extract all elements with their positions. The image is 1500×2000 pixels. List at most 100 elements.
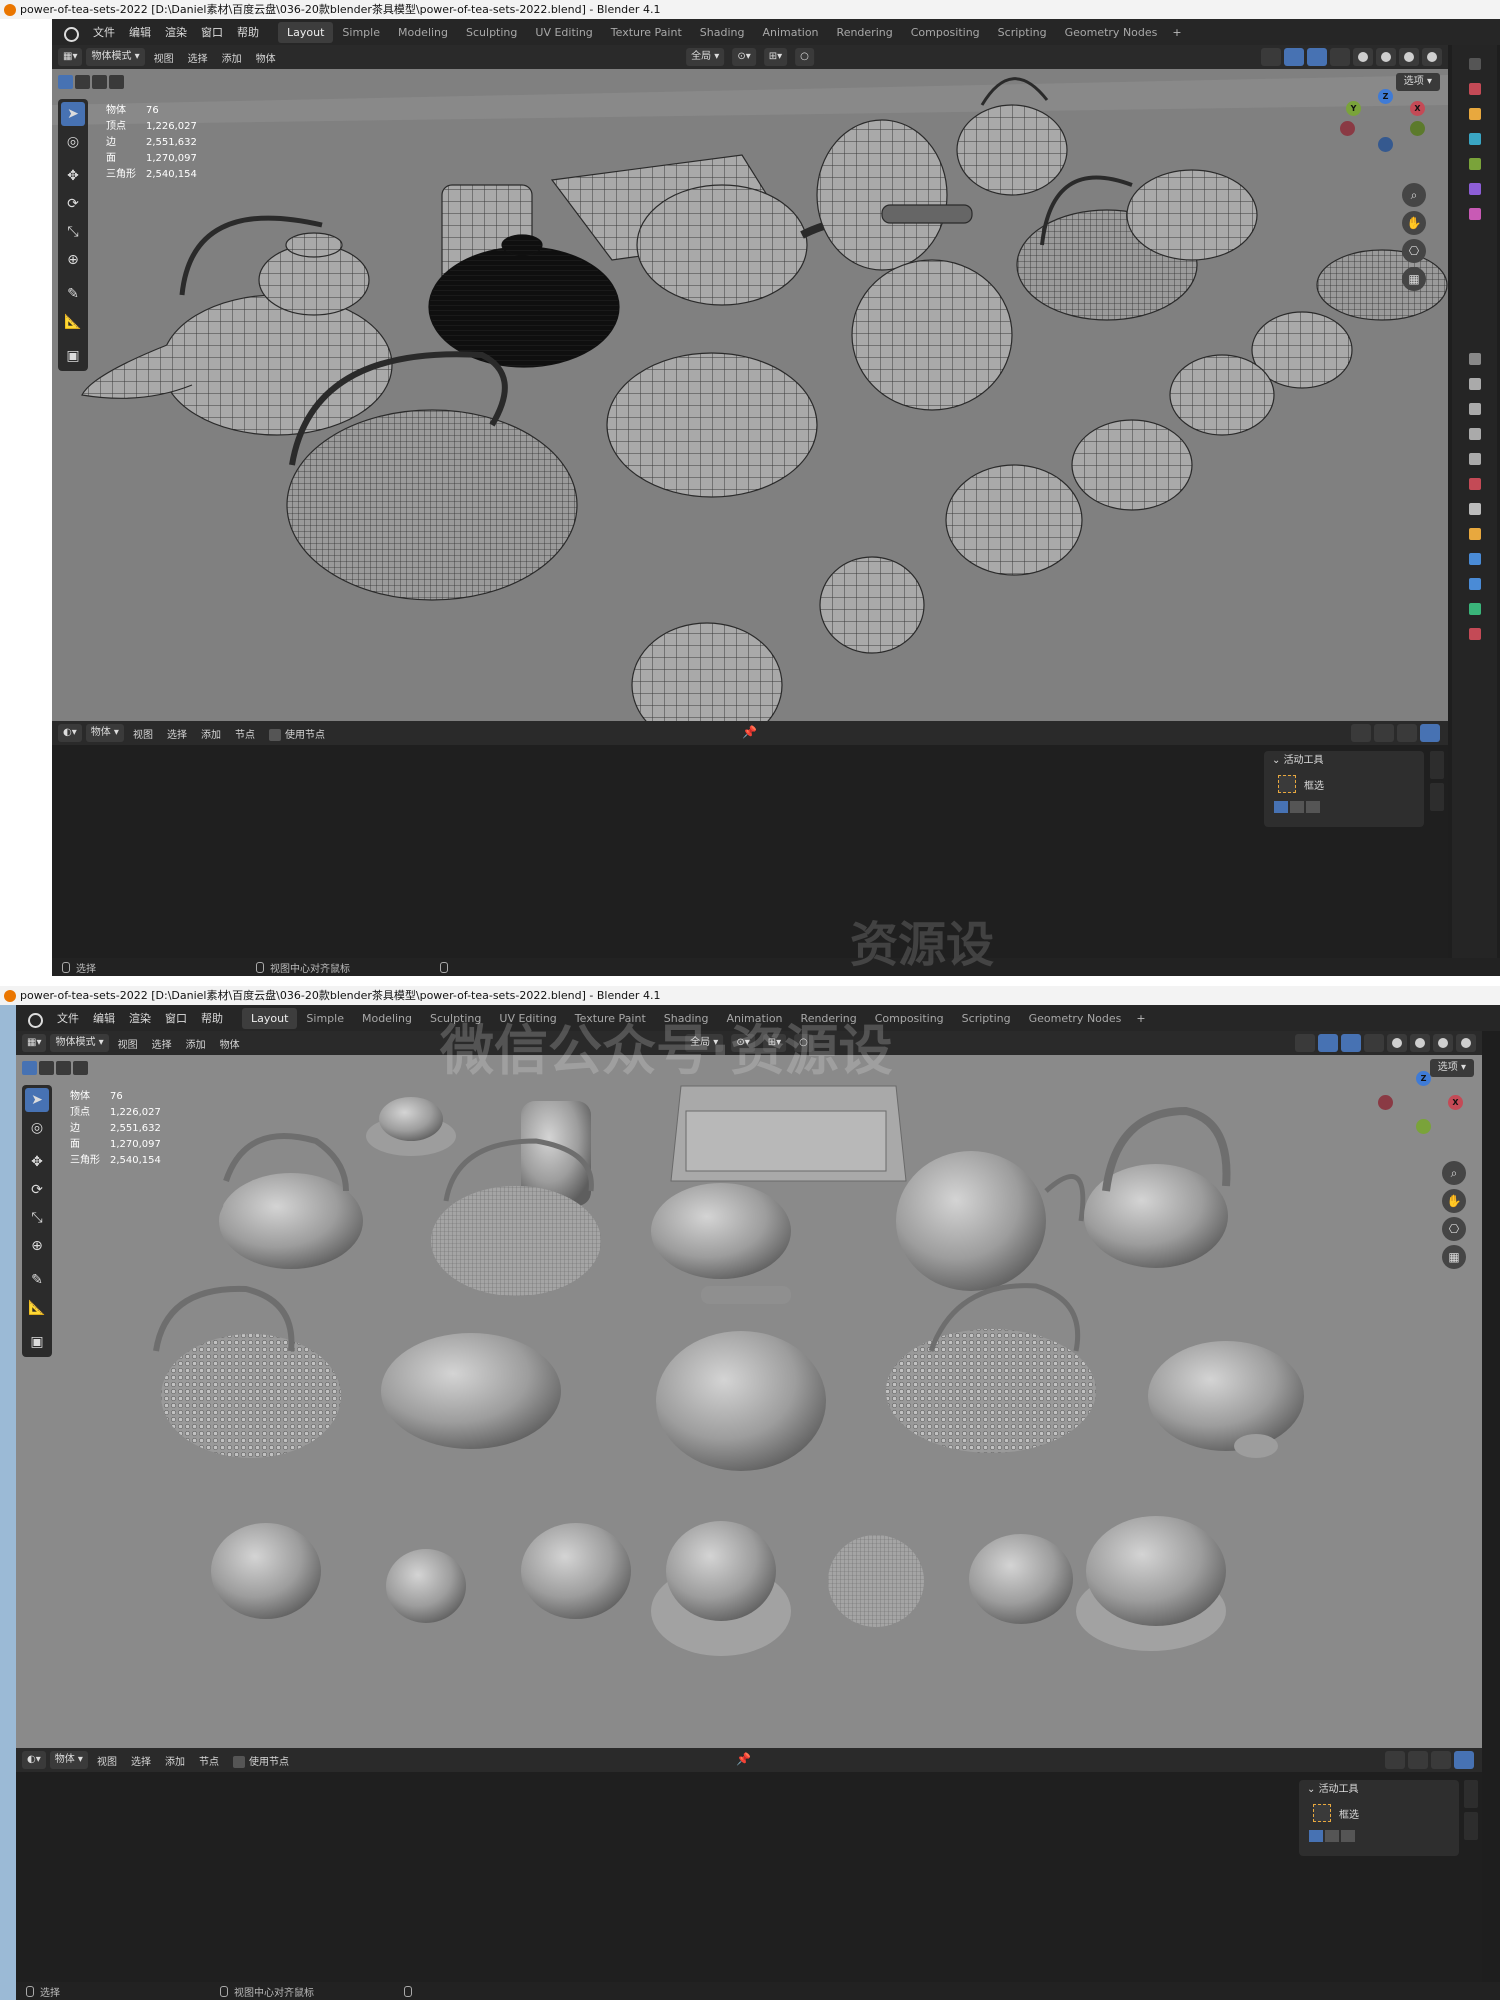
- select-invert-icon[interactable]: [109, 75, 124, 89]
- tool-props-icon[interactable]: [1468, 353, 1481, 365]
- tab-uv-editing[interactable]: UV Editing: [526, 22, 601, 43]
- parent-node-icon[interactable]: [1351, 724, 1371, 742]
- viewport-menu-select[interactable]: 选择: [145, 1036, 179, 1051]
- physics-props-icon[interactable]: [1468, 578, 1481, 590]
- pin-icon[interactable]: 📌: [736, 1752, 751, 1766]
- tab-modeling[interactable]: Modeling: [353, 1008, 421, 1029]
- snap-icon[interactable]: ⊞▾: [763, 48, 788, 66]
- select-new-icon[interactable]: [22, 1061, 37, 1075]
- select-box-icon[interactable]: ➤: [25, 1088, 49, 1112]
- proportional-icon[interactable]: ○: [795, 48, 814, 66]
- output-props-icon[interactable]: [1468, 403, 1481, 415]
- tab-texture-paint[interactable]: Texture Paint: [602, 22, 691, 43]
- orientation-dropdown[interactable]: 全局 ▾: [685, 1034, 724, 1052]
- tab-shading[interactable]: Shading: [655, 1008, 718, 1029]
- menu-file[interactable]: 文件: [50, 1010, 86, 1026]
- pivot-icon[interactable]: ⊙▾: [731, 1034, 755, 1052]
- select-subtract-icon[interactable]: [1306, 801, 1320, 813]
- active-tool-item[interactable]: 框选: [1264, 771, 1424, 797]
- gizmo-toggle-icon[interactable]: [1318, 1034, 1338, 1052]
- sidebar-tab-tool[interactable]: [1464, 1812, 1478, 1840]
- active-tool-title[interactable]: ⌄ 活动工具: [1299, 1780, 1459, 1800]
- pan-hand-icon[interactable]: ✋: [1402, 211, 1426, 235]
- solid-shading-icon[interactable]: [1410, 1034, 1430, 1052]
- tab-animation[interactable]: Animation: [717, 1008, 791, 1029]
- overlay-toggle-icon[interactable]: [1454, 1751, 1474, 1769]
- wireframe-shading-icon[interactable]: [1353, 48, 1373, 66]
- ortho-grid-icon[interactable]: ▦: [1442, 1245, 1466, 1269]
- collection-props-icon[interactable]: [1468, 503, 1481, 515]
- tab-shading[interactable]: Shading: [691, 22, 754, 43]
- world-props-icon[interactable]: [1468, 478, 1481, 490]
- overlay-toggle-icon[interactable]: [1420, 724, 1440, 742]
- collection-icon[interactable]: [1468, 158, 1481, 170]
- blender-menu-icon[interactable]: [26, 1010, 43, 1028]
- tab-compositing[interactable]: Compositing: [902, 22, 989, 43]
- shader-type-dropdown[interactable]: 物体 ▾: [49, 1751, 88, 1769]
- select-subtract-icon[interactable]: [92, 75, 107, 89]
- menu-edit[interactable]: 编辑: [122, 24, 158, 40]
- transform-icon[interactable]: ⊕: [25, 1234, 49, 1258]
- navigation-gizmo[interactable]: Z X: [1378, 1071, 1468, 1151]
- sidebar-tab-node[interactable]: [1430, 751, 1444, 779]
- tab-modeling[interactable]: Modeling: [389, 22, 457, 43]
- tab-sculpting[interactable]: Sculpting: [457, 22, 526, 43]
- tab-compositing[interactable]: Compositing: [866, 1008, 953, 1029]
- select-extend-icon[interactable]: [75, 75, 90, 89]
- visibility-icon[interactable]: [1261, 48, 1281, 66]
- rotate-icon[interactable]: ⟳: [25, 1178, 49, 1202]
- select-extend-icon[interactable]: [1290, 801, 1304, 813]
- snap-node-icon[interactable]: [1374, 724, 1394, 742]
- tab-geometry-nodes[interactable]: Geometry Nodes: [1056, 22, 1167, 43]
- tab-simple[interactable]: Simple: [333, 22, 389, 43]
- editor-type-button[interactable]: ▦▾: [22, 1034, 47, 1052]
- menu-help[interactable]: 帮助: [194, 1010, 230, 1026]
- viewport-menu-add[interactable]: 添加: [179, 1036, 213, 1051]
- scene-props-icon[interactable]: [1468, 453, 1481, 465]
- tab-simple[interactable]: Simple: [297, 1008, 353, 1029]
- gizmo-y[interactable]: Y: [1346, 101, 1361, 116]
- menu-file[interactable]: 文件: [86, 24, 122, 40]
- viewport-menu-object[interactable]: 物体: [213, 1036, 247, 1051]
- editor-type-button[interactable]: ◐▾: [22, 1751, 46, 1769]
- viewport-menu-object[interactable]: 物体: [249, 50, 283, 65]
- zoom-icon[interactable]: ⌕: [1402, 183, 1426, 207]
- pin-icon[interactable]: 📌: [742, 725, 757, 739]
- mode-dropdown[interactable]: 物体模式 ▾: [86, 48, 145, 66]
- material-shading-icon[interactable]: [1399, 48, 1419, 66]
- editor-type-button[interactable]: ◐▾: [58, 724, 82, 742]
- node-menu-select[interactable]: 选择: [124, 1753, 158, 1768]
- shader-node-editor[interactable]: ⌄ 活动工具 框选: [16, 1772, 1482, 1982]
- tab-scripting[interactable]: Scripting: [989, 22, 1056, 43]
- rotate-icon[interactable]: ⟳: [61, 192, 85, 216]
- menu-window[interactable]: 窗口: [194, 24, 230, 40]
- shader-node-editor[interactable]: ⌄ 活动工具 框选: [52, 745, 1448, 958]
- snap-node-icon[interactable]: [1408, 1751, 1428, 1769]
- select-new-icon[interactable]: [58, 75, 73, 89]
- xray-icon[interactable]: [1364, 1034, 1384, 1052]
- shader-type-dropdown[interactable]: 物体 ▾: [85, 724, 124, 742]
- active-tool-item[interactable]: 框选: [1299, 1800, 1459, 1826]
- measure-icon[interactable]: 📐: [61, 310, 85, 334]
- tab-layout[interactable]: Layout: [278, 21, 334, 43]
- collection-icon[interactable]: [1468, 133, 1481, 145]
- visibility-icon[interactable]: [1295, 1034, 1315, 1052]
- node-menu-view[interactable]: 视图: [90, 1753, 124, 1768]
- ortho-grid-icon[interactable]: ▦: [1402, 267, 1426, 291]
- measure-icon[interactable]: 📐: [25, 1296, 49, 1320]
- rendered-shading-icon[interactable]: [1422, 48, 1442, 66]
- gizmo-neg-x[interactable]: [1340, 121, 1355, 136]
- menu-window[interactable]: 窗口: [158, 1010, 194, 1026]
- overlay-node-icon[interactable]: [1397, 724, 1417, 742]
- sidebar-tab-tool[interactable]: [1430, 783, 1444, 811]
- gizmo-z[interactable]: Z: [1378, 89, 1393, 104]
- xray-icon[interactable]: [1330, 48, 1350, 66]
- overlay-toggle-icon[interactable]: [1341, 1034, 1361, 1052]
- add-workspace-button[interactable]: +: [1130, 1012, 1151, 1025]
- camera-view-icon[interactable]: ⎔: [1442, 1217, 1466, 1241]
- use-nodes-toggle[interactable]: 使用节点: [262, 726, 332, 741]
- viewport-menu-add[interactable]: 添加: [215, 50, 249, 65]
- active-tool-title[interactable]: ⌄ 活动工具: [1264, 751, 1424, 771]
- node-menu-node[interactable]: 节点: [192, 1753, 226, 1768]
- menu-render[interactable]: 渲染: [158, 24, 194, 40]
